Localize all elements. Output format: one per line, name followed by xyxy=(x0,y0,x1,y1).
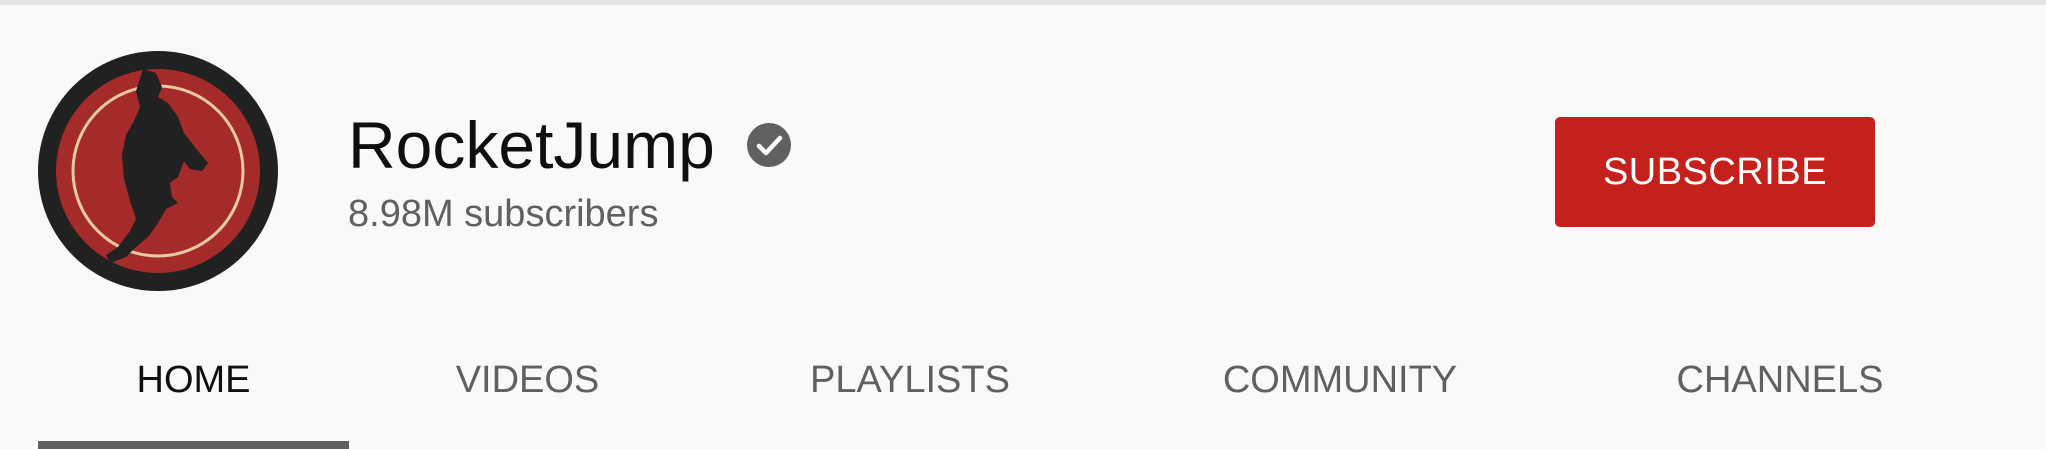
tab-videos[interactable]: VIDEOS xyxy=(400,350,655,410)
tab-channels[interactable]: CHANNELS xyxy=(1640,350,1920,410)
subscribe-button[interactable]: SUBSCRIBE xyxy=(1555,117,1875,227)
tab-home[interactable]: HOME xyxy=(38,350,349,410)
channel-title-row: RocketJump xyxy=(348,100,791,190)
channel-name[interactable]: RocketJump xyxy=(348,112,715,178)
channel-header: RocketJump 8.98M subscribers SUBSCRIBE H… xyxy=(0,5,2046,449)
rocketjump-logo xyxy=(38,51,278,291)
tab-playlists[interactable]: PLAYLISTS xyxy=(760,350,1060,410)
subscriber-count: 8.98M subscribers xyxy=(348,193,659,235)
active-tab-indicator xyxy=(38,441,349,449)
tab-community[interactable]: COMMUNITY xyxy=(1180,350,1500,410)
verified-check-icon xyxy=(746,123,791,167)
channel-avatar[interactable] xyxy=(38,51,278,291)
